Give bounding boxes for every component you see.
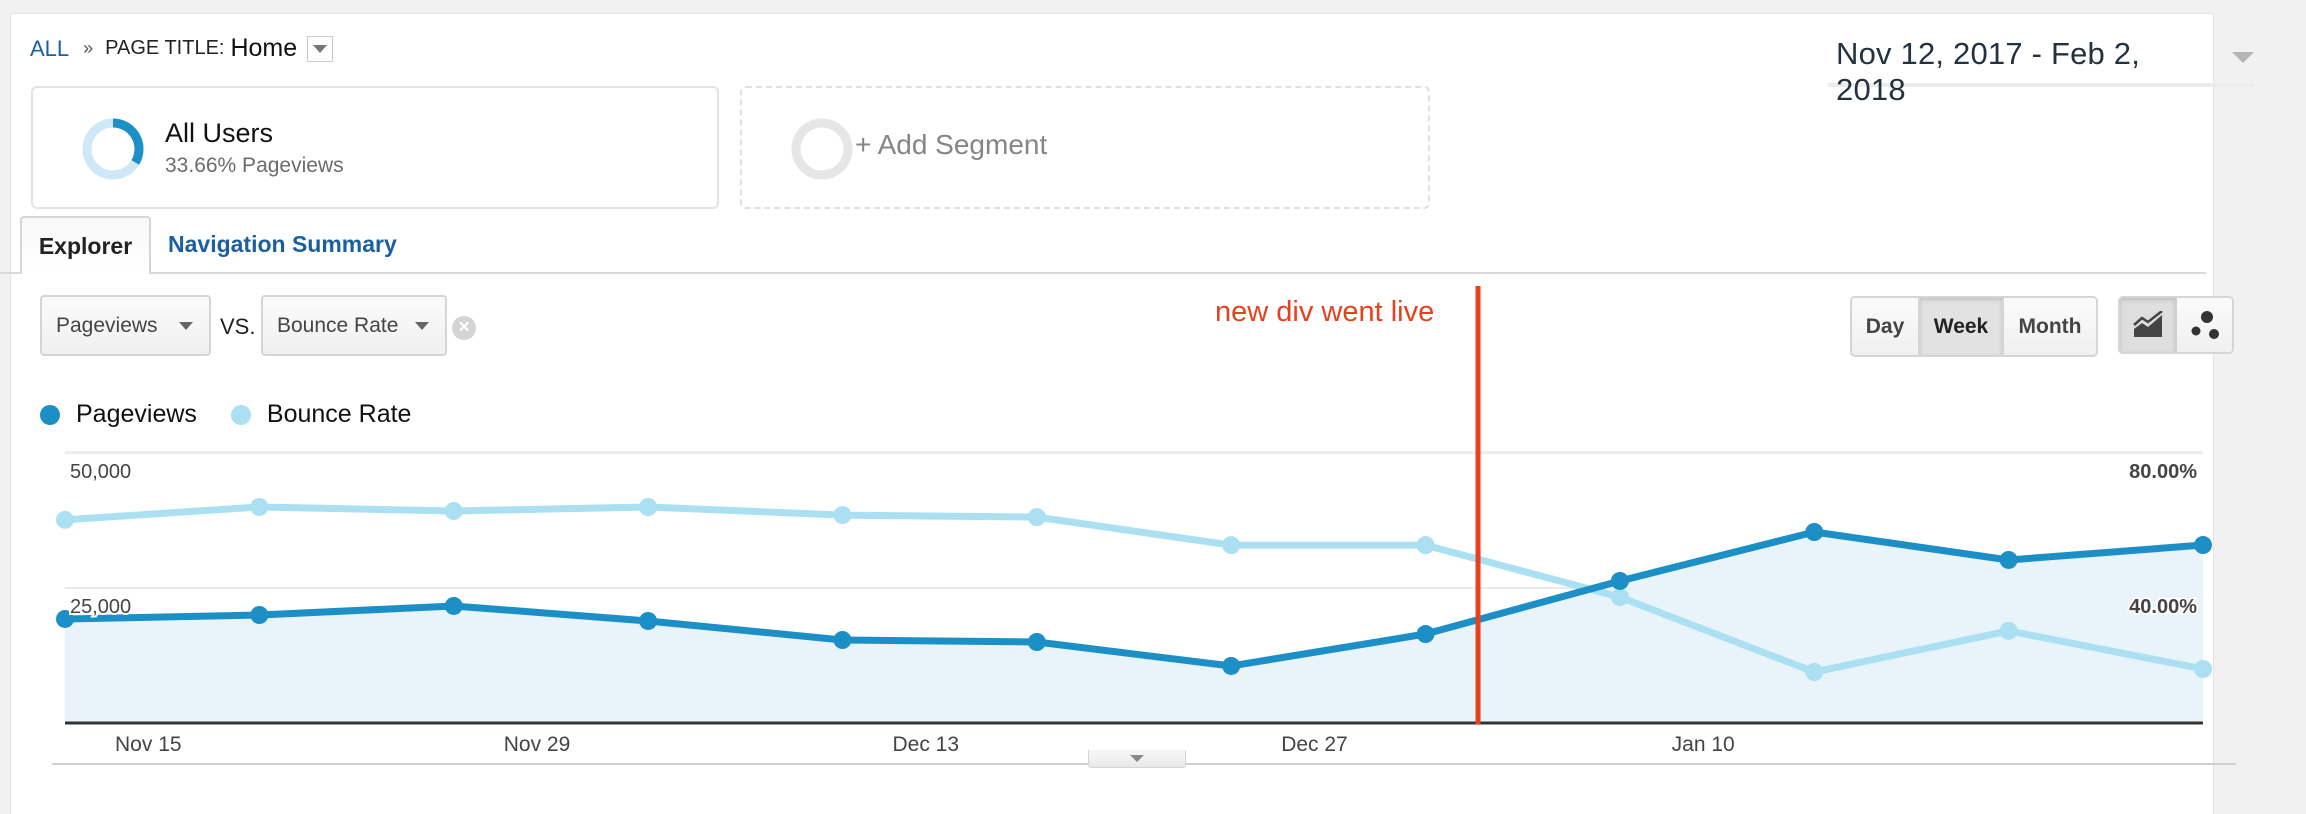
x-tick-label: Nov 29: [504, 733, 571, 756]
y-left-tick-label: 25,000: [70, 596, 131, 618]
pageviews-point: [250, 606, 269, 624]
y-right-tick-label: 40.00%: [2129, 596, 2197, 618]
y-left-tick-label: 50,000: [70, 461, 131, 483]
bounce-rate-point: [639, 498, 658, 516]
x-tick-label: Nov 15: [115, 733, 182, 756]
tab-explorer[interactable]: Explorer: [20, 216, 151, 274]
pageviews-point: [1027, 633, 1046, 651]
y-right-tick-label: 80.00%: [2129, 461, 2197, 483]
bounce-rate-point: [1222, 536, 1241, 555]
pageviews-area: [65, 532, 2203, 723]
pageviews-point: [1222, 656, 1241, 675]
pageviews-point: [1416, 625, 1435, 644]
pageviews-point: [1805, 523, 1824, 542]
pageviews-point: [1999, 550, 2018, 569]
x-tick-label: Dec 13: [892, 733, 959, 756]
chevron-down-icon: [1130, 755, 1144, 762]
bounce-rate-point: [1805, 663, 1824, 682]
pageviews-point: [444, 596, 463, 615]
x-tick-label: Jan 10: [1672, 733, 1735, 756]
bounce-rate-point: [1610, 588, 1629, 607]
bounce-rate-point: [444, 502, 463, 521]
pageviews-point: [833, 631, 852, 650]
x-tick-label: Dec 27: [1281, 733, 1348, 756]
bounce-rate-point: [56, 510, 74, 529]
bounce-rate-point: [2194, 660, 2212, 678]
bounce-rate-point: [1027, 508, 1046, 527]
pageviews-point: [1610, 571, 1629, 590]
bounce-rate-point: [1999, 621, 2018, 640]
pageviews-point: [639, 611, 658, 630]
bounce-rate-point: [250, 498, 269, 516]
pageviews-point: [2194, 536, 2212, 555]
bounce-rate-point: [1416, 536, 1435, 555]
line-chart: 25,000 50,000 40.00% 80.00% Nov 15 Nov 29 Dec …: [52, 286, 2236, 765]
bounce-rate-point: [833, 506, 852, 525]
collapse-chart-button[interactable]: [1088, 750, 1186, 768]
